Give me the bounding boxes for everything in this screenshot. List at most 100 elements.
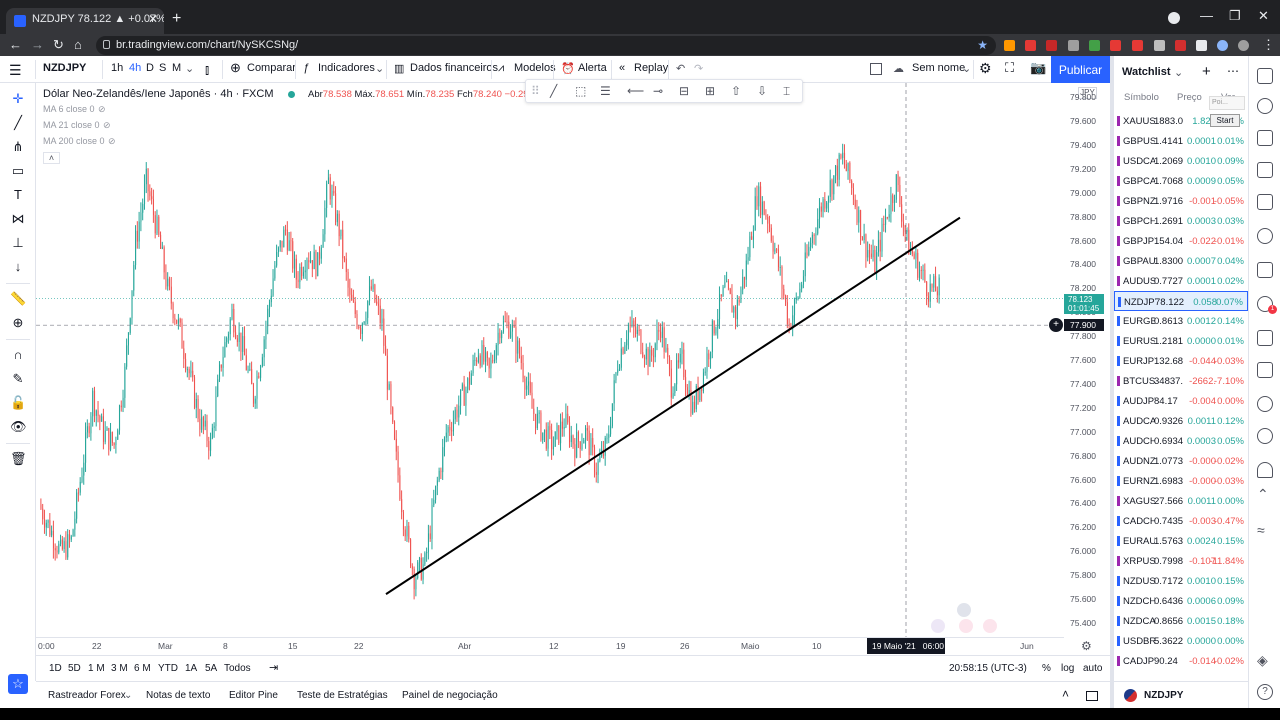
eye-off-icon[interactable]: ⊘ xyxy=(103,120,111,131)
arrow-down-icon[interactable]: ⇩ xyxy=(757,84,767,98)
clock-timezone[interactable]: 20:58:15 (UTC-3) xyxy=(949,663,1027,674)
maximize-panel-icon[interactable] xyxy=(1086,691,1098,701)
watchlist-row[interactable]: GBPJPY154.04-0.022-0.01% xyxy=(1114,231,1248,251)
extension-icon[interactable] xyxy=(1046,40,1057,51)
watchlist-row[interactable]: GBPUSD1.41410.00010.01% xyxy=(1114,131,1248,151)
auto-scale-toggle[interactable]: auto xyxy=(1083,663,1102,674)
watchlist-row[interactable]: GBPNZD1.9716-0.001-0.05% xyxy=(1114,191,1248,211)
extension-icon[interactable] xyxy=(1154,40,1165,51)
layers-icon[interactable]: ◈ xyxy=(1257,652,1273,668)
extension-icon[interactable] xyxy=(1004,40,1015,51)
ma-6-label[interactable]: MA 6 close 0 xyxy=(43,104,95,114)
extensions-puzzle-icon[interactable] xyxy=(1196,40,1207,51)
browser-tab[interactable]: NZDJPY 78.122 ▲ +0.07% Sem n ✕ xyxy=(6,8,164,34)
news-icon[interactable] xyxy=(1257,162,1273,178)
range-1a[interactable]: 1A xyxy=(185,663,197,674)
extension-icon[interactable] xyxy=(1132,40,1143,51)
magnet-icon[interactable]: ∩ xyxy=(10,347,26,363)
tab-pine-editor[interactable]: Editor Pine xyxy=(229,690,278,701)
percent-scale-toggle[interactable]: % xyxy=(1042,663,1051,674)
fullscreen-select-icon[interactable] xyxy=(870,63,882,75)
add-symbol-icon[interactable]: + xyxy=(1202,63,1211,80)
publish-button[interactable]: Publicar xyxy=(1051,56,1110,83)
alert-button[interactable]: Alerta xyxy=(578,62,607,74)
main-menu-icon[interactable]: ☰ xyxy=(9,62,22,79)
rectangle-tool-icon[interactable]: ⬚ xyxy=(575,84,586,98)
watchlist-row[interactable]: EURGBP0.86130.00120.14% xyxy=(1114,311,1248,331)
watchlist-row[interactable]: CADCHF0.7435-0.003-0.47% xyxy=(1114,511,1248,531)
collapse-legend-icon[interactable]: ˄ xyxy=(43,152,60,164)
price-axis[interactable]: JPY 79.800 79.600 79.400 79.200 79.000 78.800… xyxy=(1064,83,1110,637)
horizontal-ray-icon[interactable]: ⟵ xyxy=(627,84,644,98)
watchlist-row[interactable]: XRPUSD0.7998-0.107-11.84% xyxy=(1114,551,1248,571)
watchlist-row[interactable]: AUDUSD0.77270.00010.02% xyxy=(1114,271,1248,291)
watchlist-row[interactable]: GBPCAD1.70680.00090.05% xyxy=(1114,171,1248,191)
forward-icon[interactable]: → xyxy=(31,37,44,52)
broadcast-icon[interactable] xyxy=(1257,428,1273,444)
watchlist-row[interactable]: EURAUD1.57630.00240.15% xyxy=(1114,531,1248,551)
home-icon[interactable]: ⌂ xyxy=(74,37,82,52)
range-3m[interactable]: 3 M xyxy=(111,663,128,674)
chevron-down-icon[interactable]: ⌄ xyxy=(962,62,971,75)
axis-settings-icon[interactable]: ⚙ xyxy=(1081,639,1092,653)
back-icon[interactable]: ← xyxy=(9,37,22,52)
new-tab-icon[interactable]: + xyxy=(172,10,181,28)
arrow-down-icon[interactable]: ↓ xyxy=(10,259,26,275)
watchlist-row[interactable]: EURNZD1.6983-0.000-0.03% xyxy=(1114,471,1248,491)
watchlist-row[interactable]: USDBRL5.36220.00000.00% xyxy=(1114,631,1248,651)
watchlist-row[interactable]: AUDNZD1.0773-0.000-0.02% xyxy=(1114,451,1248,471)
watchlist-title[interactable]: Watchlist xyxy=(1122,66,1171,78)
date-range-icon[interactable]: ⊞ xyxy=(705,84,715,98)
tab-forex-screener[interactable]: Rastreador Forex xyxy=(48,690,126,701)
watchlist-row[interactable]: NZDCHF0.64360.00060.09% xyxy=(1114,591,1248,611)
time-axis[interactable]: 0:00 22 Mar 8 15 22 Abr 12 19 26 Maio 10 Jun 19 Maio … xyxy=(36,637,1092,655)
watchlist-row[interactable]: XAGUSD27.5660.00110.00% xyxy=(1114,491,1248,511)
watchlist-row[interactable]: AUDJPY84.17-0.0040.00% xyxy=(1114,391,1248,411)
account-icon[interactable] xyxy=(1217,40,1228,51)
redo-icon[interactable]: ↷ xyxy=(694,62,703,75)
text-icon[interactable]: T xyxy=(10,187,26,203)
lock-icon[interactable]: 🔓 xyxy=(10,395,26,411)
watchlist-row[interactable]: USDCAD1.20690.00100.09% xyxy=(1114,151,1248,171)
chart-canvas[interactable] xyxy=(36,83,1064,637)
range-all[interactable]: Todos xyxy=(224,663,251,674)
rectangle-icon[interactable]: ▭ xyxy=(10,163,26,179)
watchlist-row[interactable]: GBPCHF1.26910.00030.03% xyxy=(1114,211,1248,231)
alerts-clock-icon[interactable] xyxy=(1257,98,1273,114)
trash-icon[interactable]: 🗑 xyxy=(10,451,27,467)
watchlist-panel-icon[interactable] xyxy=(1257,68,1273,84)
data-window-icon[interactable] xyxy=(1257,130,1273,146)
drag-handle-icon[interactable]: ⠿ xyxy=(531,84,540,98)
calendar-pie-icon[interactable] xyxy=(1257,228,1273,244)
pattern-icon[interactable]: ⋈ xyxy=(10,211,26,227)
reload-icon[interactable]: ↻ xyxy=(53,37,64,53)
ma-21-label[interactable]: MA 21 close 0 xyxy=(43,120,100,130)
watchlist-row[interactable]: NZDJPY78.1220.0580.07% xyxy=(1114,291,1248,311)
drawing-mode-icon[interactable]: ✎ xyxy=(10,371,26,387)
log-scale-toggle[interactable]: log xyxy=(1061,663,1074,674)
trend-line-icon[interactable]: ╱ xyxy=(10,115,26,131)
fullscreen-icon[interactable]: ⛶ xyxy=(1005,60,1014,76)
eye-icon[interactable]: 👁 xyxy=(10,419,27,435)
extension-icon[interactable] xyxy=(1089,40,1100,51)
eye-off-icon[interactable]: ⊘ xyxy=(98,104,106,115)
close-window-icon[interactable]: ✕ xyxy=(1258,8,1269,24)
range-1m[interactable]: 1 M xyxy=(88,663,105,674)
symbol-search-button[interactable]: NZDJPY xyxy=(43,62,86,74)
calculator-icon[interactable] xyxy=(1257,262,1273,278)
range-1d[interactable]: 1D xyxy=(49,663,62,674)
undo-icon[interactable]: ↶ xyxy=(676,62,685,75)
interval-1h[interactable]: 1h xyxy=(111,62,123,74)
ma-200-label[interactable]: MA 200 close 0 xyxy=(43,136,105,146)
browser-menu-icon[interactable]: ⋮ xyxy=(1262,37,1275,53)
range-icon[interactable]: ⊟ xyxy=(679,84,689,98)
go-to-date-icon[interactable]: ⇥ xyxy=(269,661,278,674)
notification-bell-icon[interactable] xyxy=(1257,462,1273,478)
eye-off-icon[interactable]: ⊘ xyxy=(108,136,116,147)
watchlist-row[interactable]: AUDCAD0.93260.00110.12% xyxy=(1114,411,1248,431)
range-6m[interactable]: 6 M xyxy=(134,663,151,674)
interval-d[interactable]: D xyxy=(146,62,154,74)
watchlist-row[interactable]: GBPAUD1.83000.00070.04% xyxy=(1114,251,1248,271)
forecast-icon[interactable]: ⊥ xyxy=(10,235,26,251)
maximize-icon[interactable]: ❐ xyxy=(1229,8,1241,24)
